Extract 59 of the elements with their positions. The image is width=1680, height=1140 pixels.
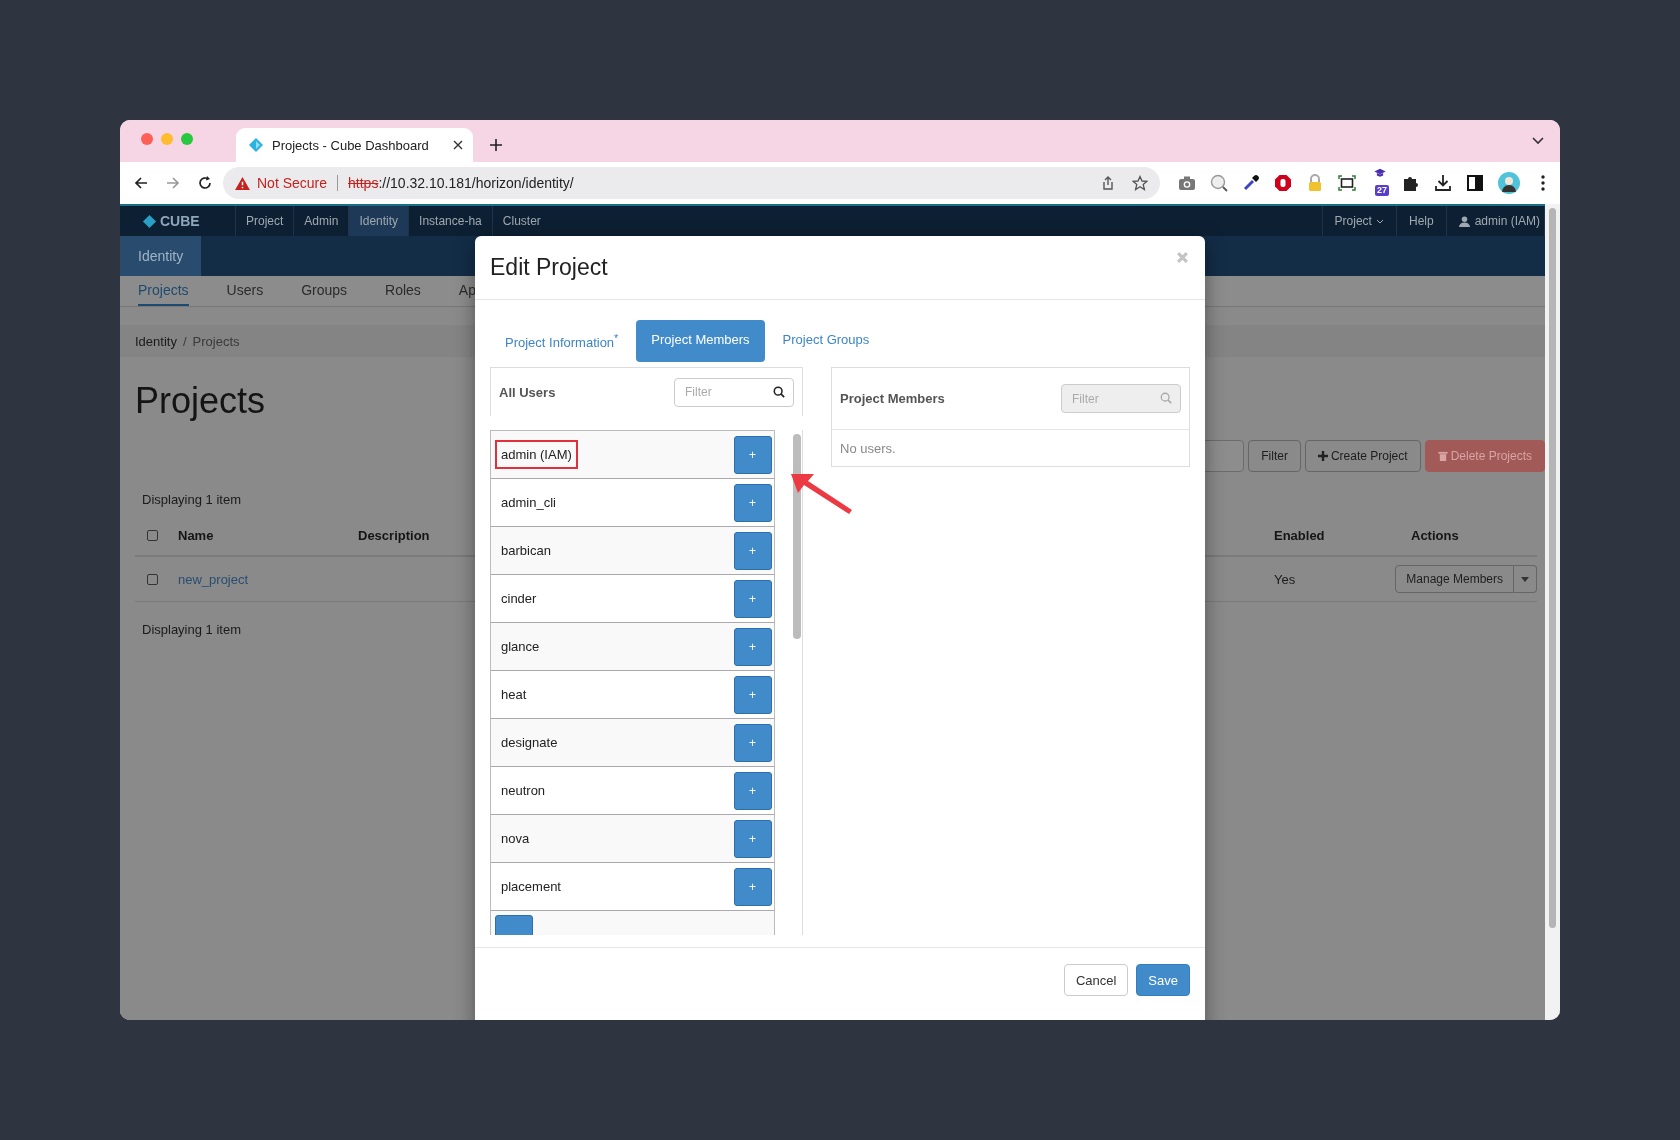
add-button[interactable]: + xyxy=(733,435,772,474)
filter-field[interactable]: Filter xyxy=(674,377,794,407)
security-label: Not Secure xyxy=(257,175,328,191)
page-title: Projects xyxy=(135,381,266,421)
subtab[interactable]: Users xyxy=(226,276,264,306)
nav-item[interactable]: Identity xyxy=(348,206,409,236)
modal-tab[interactable]: Project Groups xyxy=(767,320,885,363)
user-name: placement xyxy=(500,878,562,897)
add-button[interactable]: + xyxy=(733,867,772,906)
breadcrumb-current: Projects xyxy=(192,333,240,349)
user-name: neutron xyxy=(500,782,547,801)
user-name: glance xyxy=(500,638,541,657)
add-button[interactable]: + xyxy=(733,819,772,858)
footer-button[interactable]: Cancel xyxy=(1063,964,1129,997)
column-header: Description xyxy=(358,527,430,543)
logo-text: CUBE xyxy=(160,213,200,229)
user-name: cinder xyxy=(500,590,538,609)
toolbar-button[interactable]: Create Project xyxy=(1304,440,1421,472)
add-button[interactable]: + xyxy=(733,723,772,762)
breadcrumb-link[interactable]: Identity xyxy=(135,333,177,349)
column-header: Enabled xyxy=(1274,527,1326,543)
modal-tab[interactable]: Project Information$^{*}$ xyxy=(490,320,634,363)
user-name: designate xyxy=(500,734,559,753)
cube-logo[interactable]: CUBE xyxy=(120,206,220,236)
project-link[interactable]: new_project xyxy=(178,571,249,587)
add-button[interactable]: + xyxy=(733,531,772,570)
user-name: barbican xyxy=(500,542,552,561)
manage-members-button[interactable]: Manage Members xyxy=(1395,565,1514,593)
modal-title: Edit Project xyxy=(490,254,608,281)
user-name: admin (IAM) xyxy=(495,440,578,470)
table-cell-text: Yes xyxy=(1274,571,1297,587)
add-button[interactable]: + xyxy=(733,579,772,618)
user-name: heat xyxy=(500,686,528,705)
panel-title: All Users xyxy=(499,384,556,400)
subtab[interactable]: Projects xyxy=(138,276,189,306)
address-bar[interactable]: Not Secure https://10.32.10.181/horizon/identity/ xyxy=(223,167,1160,199)
modal-tab[interactable]: Project Members xyxy=(636,320,765,363)
url-text: https://10.32.10.181/horizon/identity/ xyxy=(348,175,574,191)
footer-button[interactable]: Save xyxy=(1136,964,1190,997)
add-button[interactable]: + xyxy=(733,771,772,810)
breadcrumb-separator: / xyxy=(182,333,187,349)
empty-message: No users. xyxy=(840,440,896,456)
browser-tab[interactable]: Projects - Cube Dashboard xyxy=(236,128,473,162)
item-count: Displaying 1 item xyxy=(142,492,241,507)
add-button[interactable]: + xyxy=(733,483,772,522)
subtab[interactable]: Roles xyxy=(385,276,421,306)
extension-badge: 27 xyxy=(1375,185,1389,196)
add-button[interactable]: + xyxy=(733,675,772,714)
toolbar-button[interactable]: Filter xyxy=(1248,440,1301,472)
item-count: Displaying 1 item xyxy=(142,622,241,637)
user-name: nova xyxy=(500,830,531,849)
subtab[interactable]: Groups xyxy=(301,276,348,306)
column-header: Name xyxy=(178,527,215,543)
panel-title: Project Members xyxy=(840,391,945,407)
add-button[interactable]: + xyxy=(733,627,772,666)
panel-tab[interactable]: Identity xyxy=(120,236,202,276)
user-name: admin_cli xyxy=(500,494,557,513)
column-header: Actions xyxy=(1411,527,1459,543)
subtab[interactable]: Ap xyxy=(458,276,476,306)
